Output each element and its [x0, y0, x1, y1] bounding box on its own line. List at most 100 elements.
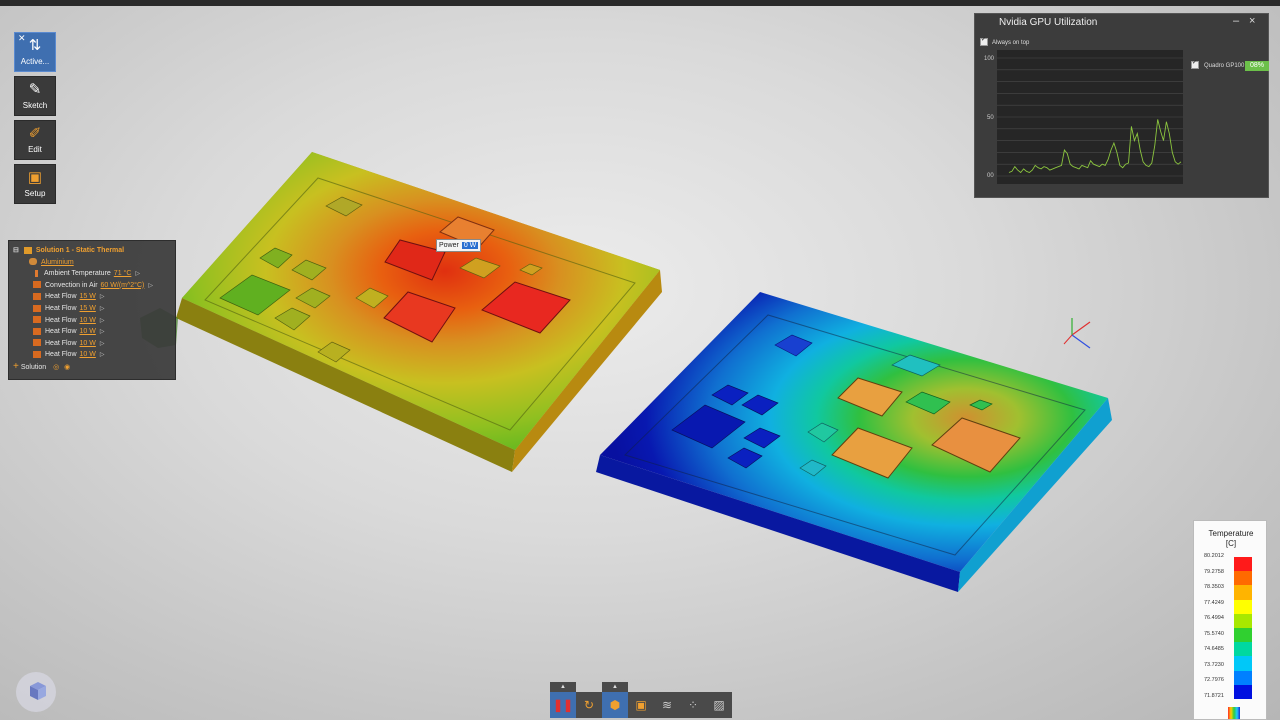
always-on-top-checkbox[interactable]	[980, 36, 988, 46]
expand-arrow-icon[interactable]: ▷	[100, 294, 105, 300]
heat-flow-icon	[33, 293, 41, 301]
box-button[interactable]: ▣	[628, 692, 654, 718]
view-cube-icon[interactable]	[16, 672, 56, 712]
power-label: Power	[439, 242, 459, 249]
tree-item-heat-flow[interactable]: Heat Flow 15 W ▷	[13, 303, 171, 315]
legend-color-swatch	[1234, 684, 1252, 699]
tree-item-value[interactable]: 15 W	[80, 293, 96, 300]
tree-item-heat-flow[interactable]: Heat Flow 10 W ▷	[13, 315, 171, 327]
power-value[interactable]: 0 W	[461, 242, 479, 249]
bottom-tab-expand-right[interactable]: ▲	[602, 682, 628, 692]
expand-arrow-icon[interactable]: ▷	[100, 306, 105, 312]
convection-icon	[33, 281, 41, 289]
tree-item-value[interactable]: 10 W	[80, 317, 96, 324]
legend-color-swatch	[1234, 613, 1252, 628]
legend-color-swatch	[1234, 585, 1252, 600]
tree-item-heat-flow[interactable]: Heat Flow 15 W ▷	[13, 291, 171, 303]
model-tree-panel: ⊟ Solution 1 - Static Thermal Aluminium …	[8, 240, 176, 380]
add-icon[interactable]: +	[13, 361, 19, 372]
heat-flow-icon	[33, 339, 41, 347]
tree-item-heat-flow[interactable]: Heat Flow 10 W ▷	[13, 349, 171, 361]
expand-arrow-icon[interactable]: ▷	[100, 352, 105, 358]
tree-item-value[interactable]: 60 W/(m^2°C)	[101, 282, 145, 289]
tree-item-value[interactable]: 10 W	[80, 340, 96, 347]
gpu-percent-badge: 08%	[1245, 61, 1269, 71]
legend-title: Temperature	[1208, 529, 1254, 538]
solve-icon[interactable]: ◎	[53, 364, 59, 371]
expand-arrow-icon[interactable]: ▷	[100, 341, 105, 347]
legend-value: 79.2758	[1204, 568, 1224, 575]
legend-color-swatch	[1234, 670, 1252, 685]
pause-button[interactable]: ❚❚	[550, 692, 576, 718]
palette-icon[interactable]: ◉	[64, 364, 70, 371]
legend-value: 71.8721	[1204, 692, 1224, 699]
legend-color-bar	[1234, 557, 1252, 699]
legend-value: 76.4994	[1204, 615, 1224, 621]
legend-color-swatch	[1234, 642, 1252, 657]
legend-color-swatch	[1234, 656, 1252, 671]
gpu-utilization-line	[1008, 119, 1182, 174]
tree-item-label: Ambient Temperature	[44, 270, 111, 278]
device-option[interactable]: Quadro GP100	[1191, 59, 1245, 69]
tree-item-label: Heat Flow	[45, 304, 77, 312]
legend-unit: [C]	[1225, 539, 1237, 548]
legend-value: 74.6485	[1204, 646, 1224, 652]
device-checkbox[interactable]	[1191, 59, 1199, 69]
legend-value: 80.2012	[1204, 553, 1224, 559]
tree-item-value[interactable]: 15 W	[80, 305, 96, 312]
legend-value: 78.3503	[1204, 584, 1224, 590]
cool-plate-model[interactable]	[596, 292, 1112, 592]
legend-value: 73.7230	[1204, 661, 1224, 668]
y-tick-100: 100	[984, 56, 995, 62]
hot-plate-model[interactable]	[140, 152, 662, 472]
minimize-button[interactable]: –	[1233, 15, 1239, 27]
tree-item-heat-flow[interactable]: Heat Flow 10 W ▷	[13, 326, 171, 338]
y-tick-00: 00	[987, 173, 994, 179]
tree-item-value[interactable]: 10 W	[80, 328, 96, 335]
material-icon	[29, 258, 37, 266]
thermometer-icon	[35, 269, 38, 277]
material-value[interactable]: Aluminium	[41, 259, 74, 266]
tree-item-material[interactable]: Aluminium	[13, 257, 171, 269]
tree-item-label: Heat Flow	[45, 328, 77, 336]
section-plane-button[interactable]: ▨	[706, 692, 732, 718]
legend-color-swatch	[1234, 599, 1252, 614]
flow-lines-button[interactable]: ≋	[654, 692, 680, 718]
tree-item-value[interactable]: 71 °C	[114, 270, 132, 277]
expand-arrow-icon[interactable]: ▷	[135, 271, 140, 277]
reset-button[interactable]: ↻	[576, 692, 602, 718]
axis-triad-icon	[1063, 318, 1091, 349]
tree-root-label: Solution 1 - Static Thermal	[35, 247, 125, 254]
expand-arrow-icon[interactable]: ▷	[100, 318, 105, 324]
device-name: Quadro GP100	[1204, 62, 1245, 69]
always-on-top-option[interactable]: Always on top	[980, 36, 1029, 46]
close-button[interactable]: ×	[1249, 15, 1255, 27]
expand-arrow-icon[interactable]: ▷	[100, 329, 105, 335]
tree-item-label: Heat Flow	[45, 339, 77, 347]
legend-value: 75.5740	[1204, 630, 1224, 637]
legend-color-swatch	[1234, 627, 1252, 643]
legend-title-block: Temperature [C]	[1194, 529, 1268, 549]
collapse-icon[interactable]: ⊟	[13, 247, 19, 254]
tree-item-heat-flow[interactable]: Heat Flow 10 W ▷	[13, 338, 171, 350]
tree-item-label: Heat Flow	[45, 351, 77, 359]
legend-values: 80.2012 79.2758 78.3503 77.4249 76.4994 75.57…	[1204, 553, 1224, 708]
heat-flow-icon	[33, 304, 41, 312]
tree-item-ambient-temperature[interactable]: Ambient Temperature 71 °C ▷	[13, 268, 171, 280]
gpu-utilization-graph	[997, 50, 1183, 184]
tree-root-solution[interactable]: ⊟ Solution 1 - Static Thermal	[13, 245, 171, 257]
tree-item-value[interactable]: 10 W	[80, 351, 96, 358]
heat-flow-icon	[33, 351, 41, 358]
particles-button[interactable]: ⁘	[680, 692, 706, 718]
tree-item-solution[interactable]: + Solution ◎ ◉	[13, 361, 171, 373]
tree-item-convection[interactable]: Convection in Air 60 W/(m^2°C) ▷	[13, 280, 171, 292]
expand-arrow-icon[interactable]: ▷	[148, 283, 153, 289]
colormap-icon[interactable]	[1228, 707, 1240, 719]
box-icon: ▣	[635, 698, 647, 712]
y-tick-50: 50	[987, 115, 994, 121]
tree-item-label: Convection in Air	[45, 281, 98, 289]
cube-view-button[interactable]: ⬢	[602, 692, 628, 718]
bottom-tab-expand-left[interactable]: ▲	[550, 682, 576, 692]
power-input-field[interactable]: Power 0 W	[436, 239, 482, 252]
legend-color-swatch	[1234, 571, 1252, 586]
